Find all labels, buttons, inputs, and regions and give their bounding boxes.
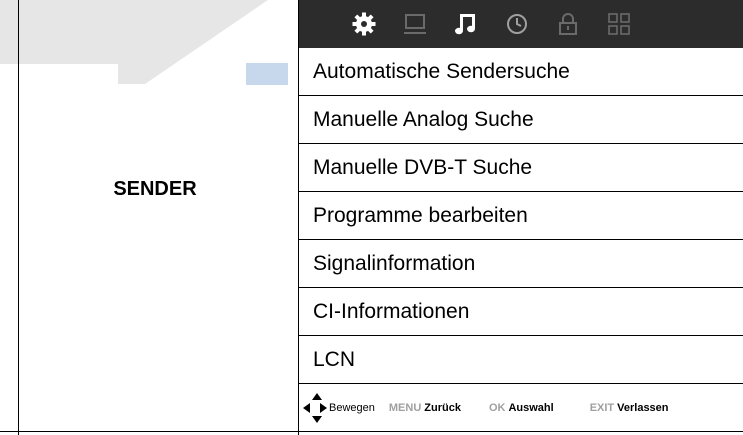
frame-border [18, 0, 19, 435]
key-hint-footer: Bewegen MENU Zurück OK Auswahl EXIT Verl… [299, 384, 743, 432]
settings-menu-panel: Automatische Sendersuche Manuelle Analog… [298, 0, 743, 435]
menu-item-label: Manuelle DVB-T Suche [313, 155, 533, 179]
menu-icon-bar [299, 0, 743, 48]
menu-item-label: Automatische Sendersuche [313, 59, 570, 83]
hint-select-label: Auswahl [508, 402, 554, 414]
menu-item-label: Signalinformation [313, 251, 476, 275]
hint-move: Bewegen [299, 393, 375, 423]
menu-item-label: Programme bearbeiten [313, 203, 528, 227]
settings-menu-list: Automatische Sendersuche Manuelle Analog… [299, 48, 743, 384]
hint-back-label: Zurück [424, 402, 461, 414]
arrow-keys-icon [303, 393, 329, 423]
watermark-accent [246, 63, 288, 85]
music-note-icon[interactable] [451, 10, 480, 39]
menu-item-signal-info[interactable]: Signalinformation [299, 240, 743, 288]
category-title: SENDER [113, 178, 197, 200]
clock-icon[interactable] [502, 10, 531, 39]
menu-item-lcn[interactable]: LCN [299, 336, 743, 384]
exit-key-label: EXIT [589, 402, 615, 414]
hint-move-label: Bewegen [329, 402, 375, 414]
menu-key-label: MENU [388, 402, 422, 414]
ok-key-label: OK [488, 402, 506, 414]
hint-select: OK Auswahl [489, 402, 554, 414]
gear-icon[interactable] [349, 10, 378, 39]
menu-item-edit-programs[interactable]: Programme bearbeiten [299, 192, 743, 240]
menu-item-ci-info[interactable]: CI-Informationen [299, 288, 743, 336]
menu-item-label: LCN [313, 347, 356, 371]
grid-icon[interactable] [604, 10, 633, 39]
menu-item-auto-search[interactable]: Automatische Sendersuche [299, 48, 743, 96]
menu-item-label: Manuelle Analog Suche [313, 107, 534, 131]
lock-icon[interactable] [553, 10, 582, 39]
hint-exit-label: Verlassen [617, 402, 669, 414]
menu-item-manual-analog-search[interactable]: Manuelle Analog Suche [299, 96, 743, 144]
menu-item-manual-dvbt-search[interactable]: Manuelle DVB-T Suche [299, 144, 743, 192]
menu-item-label: CI-Informationen [313, 299, 470, 323]
hint-back: MENU Zurück [389, 402, 461, 414]
monitor-icon[interactable] [400, 10, 429, 39]
hint-exit: EXIT Verlassen [590, 402, 669, 414]
